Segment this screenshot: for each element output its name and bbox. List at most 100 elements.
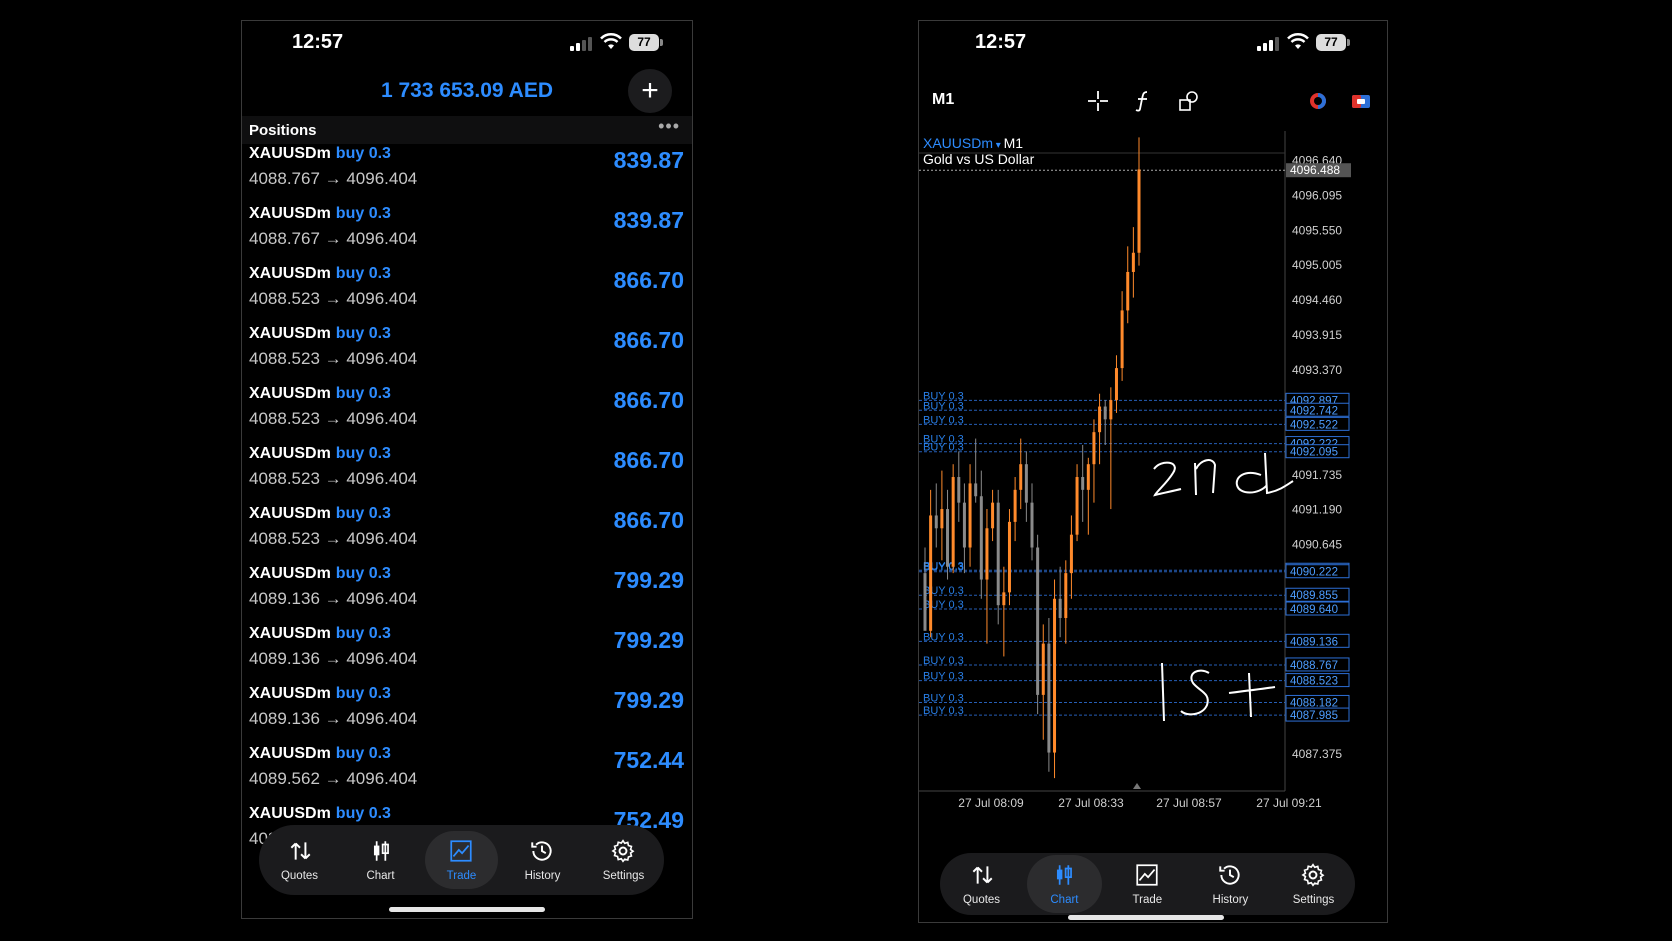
position-side: buy 0.3 — [335, 265, 391, 282]
y-tick-label: 4091.190 — [1292, 503, 1342, 517]
tab-trade[interactable]: Trade — [425, 831, 498, 889]
candle-body — [1098, 406, 1102, 433]
status-time: 12:57 — [975, 31, 1027, 53]
home-indicator[interactable] — [1068, 915, 1224, 920]
candle-body — [1064, 573, 1068, 618]
position-prices: 4088.523 → 4096.404 — [249, 289, 418, 308]
y-tick-label: 4091.735 — [1292, 468, 1342, 482]
position-row[interactable]: XAUUSDm buy 0.3 4089.136 → 4096.404 799.29 — [242, 625, 692, 685]
one-click-trading-icon[interactable] — [1349, 89, 1373, 113]
position-symbol: XAUUSDm buy 0.3 — [249, 805, 391, 822]
chart-symbol[interactable]: XAUUSDm ▾ M1 — [923, 135, 1023, 151]
order-line-label: BUY 0.3 — [923, 599, 964, 611]
crosshair-icon[interactable] — [1086, 89, 1110, 113]
order-price-label: 4092.522 — [1290, 419, 1338, 431]
candle-body — [929, 515, 933, 631]
candle-body — [940, 509, 944, 529]
objects-shapes-icon[interactable] — [1177, 89, 1201, 113]
new-order-button[interactable]: + — [628, 69, 672, 113]
position-prices: 4088.523 → 4096.404 — [249, 529, 418, 548]
tab-settings[interactable]: Settings — [1272, 853, 1355, 915]
order-line-label: BUY 0.3 — [923, 692, 964, 704]
position-row[interactable]: XAUUSDm buy 0.3 4089.136 → 4096.404 799.29 — [242, 685, 692, 745]
trade-chart-icon — [1136, 864, 1158, 886]
positions-header: Positions ••• — [242, 116, 692, 144]
position-prices: 4088.523 → 4096.404 — [249, 469, 418, 488]
tab-label: Chart — [1050, 894, 1079, 906]
x-tick-label: 27 Jul 08:57 — [1156, 796, 1222, 810]
position-row[interactable]: XAUUSDm buy 0.3 4088.523 → 4096.404 866.70 — [242, 325, 692, 385]
candle-body — [1120, 310, 1124, 369]
position-row[interactable]: XAUUSDm buy 0.3 4089.136 → 4096.404 799.29 — [242, 565, 692, 625]
position-side: buy 0.3 — [335, 505, 391, 522]
candle-body — [1007, 521, 1011, 593]
candle-body — [1137, 169, 1141, 253]
position-symbol: XAUUSDm buy 0.3 — [249, 145, 391, 162]
cellular-signal-icon — [1257, 35, 1281, 51]
battery-icon: 77 — [1316, 34, 1350, 51]
candle-body — [1041, 643, 1045, 695]
position-symbol: XAUUSDm buy 0.3 — [249, 565, 391, 582]
candle-body — [946, 509, 950, 567]
order-price-label: 4089.640 — [1290, 604, 1338, 616]
position-symbol: XAUUSDm buy 0.3 — [249, 445, 391, 462]
position-side: buy 0.3 — [335, 625, 391, 642]
position-side: buy 0.3 — [335, 445, 391, 462]
order-line-label: BUY 0.3 — [923, 671, 964, 683]
position-row[interactable]: XAUUSDm buy 0.3 4089.562 → 4096.404 752.44 — [242, 745, 692, 805]
tab-settings[interactable]: Settings — [583, 825, 664, 895]
candle-body — [957, 477, 961, 503]
more-options-icon[interactable]: ••• — [658, 116, 680, 137]
history-clock-icon — [1219, 865, 1240, 885]
candle-body — [1030, 502, 1034, 548]
chart-screen: 12:57 77 M1 4096.640 4096.095 4095.550 4… — [918, 20, 1388, 923]
candlestick-icon — [373, 841, 389, 861]
home-indicator[interactable] — [389, 907, 545, 912]
tab-quotes[interactable]: Quotes — [940, 853, 1023, 915]
chart-toolbar: M1 — [919, 83, 1387, 119]
tab-history[interactable]: History — [1189, 853, 1272, 915]
position-profit: 866.70 — [613, 267, 684, 293]
tab-chart[interactable]: Chart — [340, 825, 421, 895]
order-line-label: BUY 0.3 — [923, 400, 964, 412]
order-line-label: BUY 0.3 — [923, 442, 964, 454]
position-prices: 4088.767 → 4096.404 — [249, 169, 418, 188]
tab-label: Quotes — [280, 870, 319, 882]
position-prices: 4089.562 → 4096.404 — [249, 769, 418, 788]
status-time: 12:57 — [292, 31, 344, 53]
account-balance: 1 733 653.09 AED — [380, 79, 553, 102]
wifi-icon — [600, 33, 622, 49]
order-line-label: BUY 0.3 — [923, 585, 964, 597]
timeframe-button[interactable]: M1 — [932, 91, 954, 109]
order-price-label: 4089.136 — [1290, 636, 1338, 648]
position-profit: 839.87 — [613, 207, 684, 233]
y-tick-label: 4093.370 — [1292, 363, 1342, 377]
trade-screen: 12:57 77 1 733 653.09 AED + Positions ••… — [241, 20, 693, 919]
tab-chart[interactable]: Chart — [1027, 855, 1102, 913]
position-row[interactable]: XAUUSDm buy 0.3 4088.523 → 4096.404 866.70 — [242, 265, 692, 325]
position-profit: 799.29 — [613, 567, 684, 593]
position-row[interactable]: XAUUSDm buy 0.3 4088.523 → 4096.404 866.70 — [242, 385, 692, 445]
handwriting-1st — [1161, 662, 1276, 722]
order-line-label: BUY 0.3 — [923, 705, 964, 717]
color-theme-icon[interactable] — [1306, 89, 1330, 113]
position-row[interactable]: XAUUSDm buy 0.3 4088.767 → 4096.404 839.87 — [242, 205, 692, 265]
candle-body — [1036, 547, 1040, 695]
order-price-label: 4088.523 — [1290, 676, 1338, 688]
positions-list[interactable]: XAUUSDm buy 0.3 4088.767 → 4096.404 839.87 X… — [242, 145, 692, 865]
tab-trade[interactable]: Trade — [1106, 853, 1189, 915]
candle-body — [974, 483, 978, 497]
indicators-f-icon[interactable] — [1131, 89, 1155, 113]
position-row[interactable]: XAUUSDm buy 0.3 4088.523 → 4096.404 866.70 — [242, 445, 692, 505]
handwriting-2nd — [1153, 452, 1294, 497]
candle-body — [1086, 464, 1090, 490]
position-row[interactable]: XAUUSDm buy 0.3 4088.523 → 4096.404 866.70 — [242, 505, 692, 565]
candle-body — [1131, 252, 1135, 272]
symbol-description: Gold vs US Dollar — [923, 151, 1035, 167]
tab-quotes[interactable]: Quotes — [259, 825, 340, 895]
y-tick-label: 4090.645 — [1292, 538, 1342, 552]
position-row[interactable]: XAUUSDm buy 0.3 4088.767 → 4096.404 839.87 — [242, 145, 692, 205]
order-line-label: BUY 0.3 — [923, 655, 964, 667]
position-prices: 4088.767 → 4096.404 — [249, 229, 418, 248]
tab-history[interactable]: History — [502, 825, 583, 895]
